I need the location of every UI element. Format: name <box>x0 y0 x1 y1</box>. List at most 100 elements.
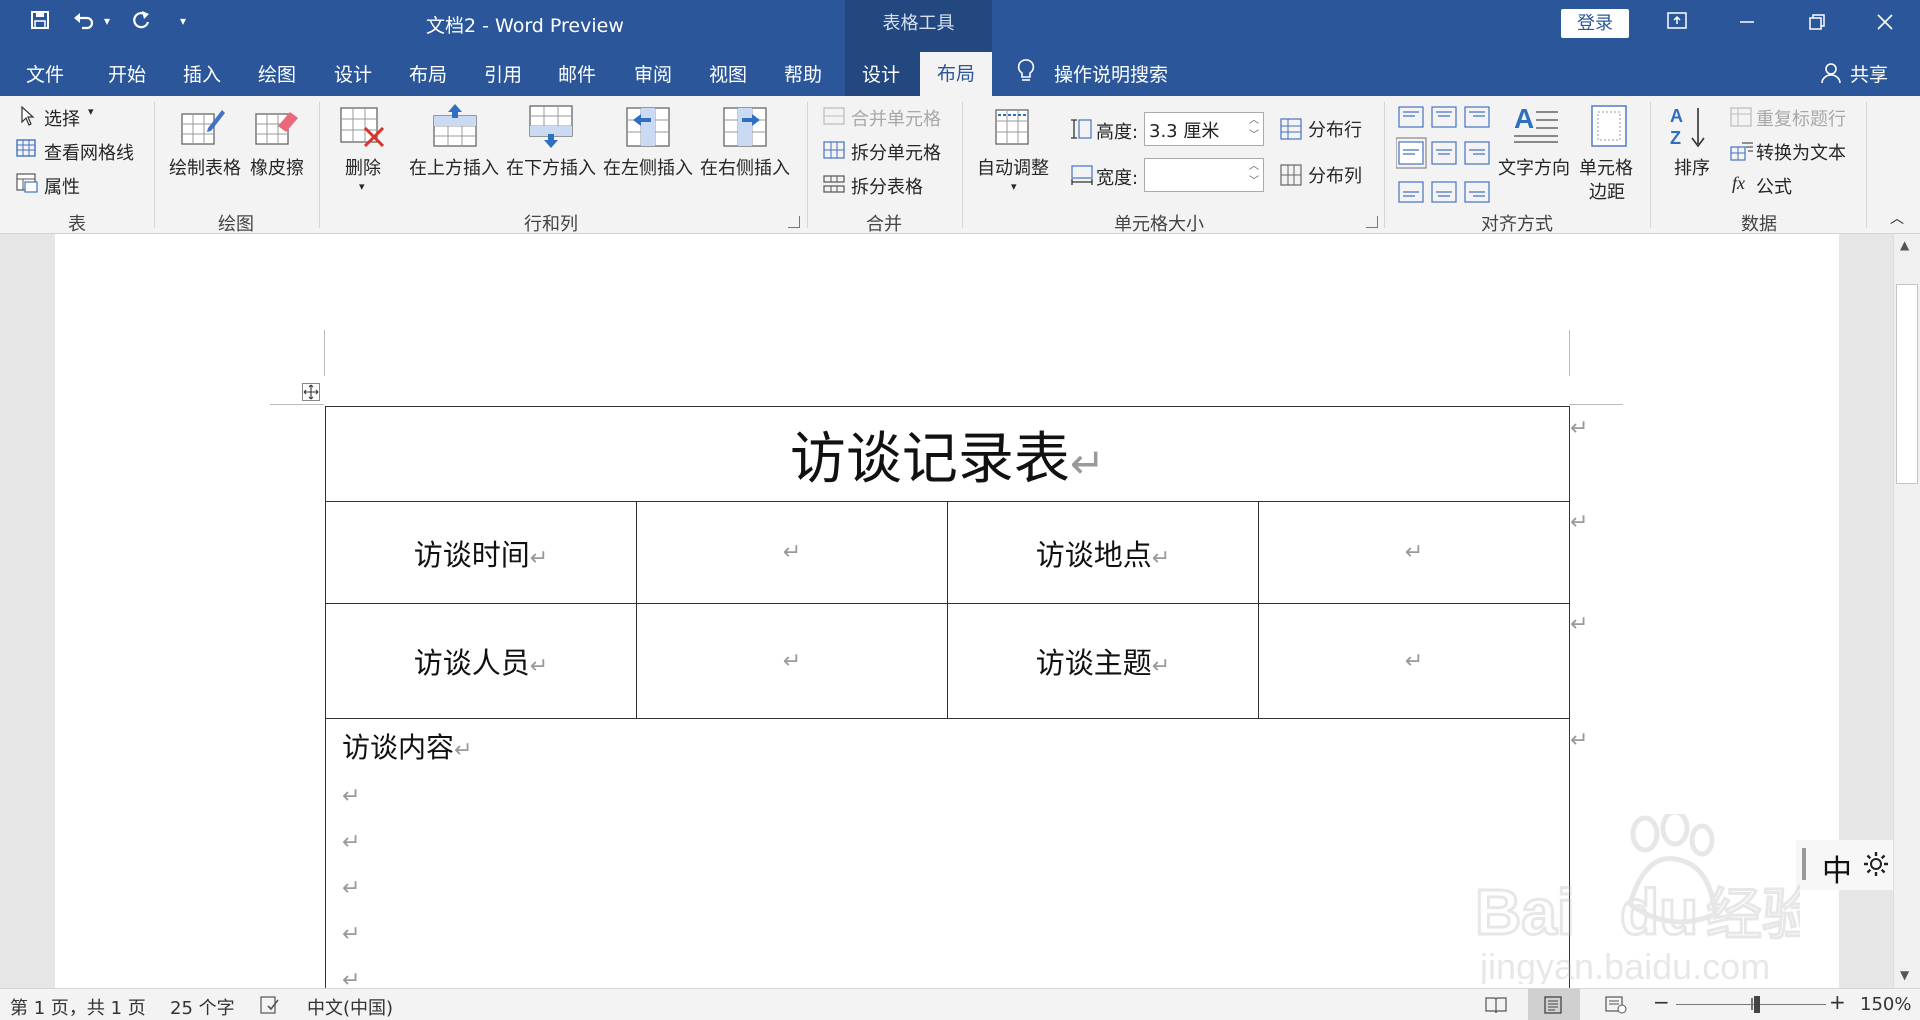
repeat-header-button[interactable]: 重复标题行 <box>1756 105 1846 131</box>
tab-draw[interactable]: 绘图 <box>258 60 296 87</box>
spin-down-icon[interactable]: ﹀ <box>1247 175 1261 189</box>
cell-interview-people-value[interactable]: ↵ <box>636 603 948 719</box>
autofit-dropdown-icon[interactable]: ▾ <box>1011 180 1017 193</box>
cell-interview-place-value[interactable]: ↵ <box>1258 501 1570 604</box>
tab-insert[interactable]: 插入 <box>183 60 221 87</box>
read-mode-icon[interactable] <box>1485 996 1507 1019</box>
group-label-alignment: 对齐方式 <box>1481 214 1553 235</box>
login-button[interactable]: 登录 <box>1561 9 1629 38</box>
cell-size-dialog-launcher[interactable] <box>1366 216 1378 228</box>
cell-interview-time-value[interactable]: ↵ <box>636 501 948 604</box>
convert-to-text-button[interactable]: 转换为文本 <box>1756 139 1846 165</box>
split-table-button[interactable]: 拆分表格 <box>851 173 923 199</box>
return-mark: ↵ <box>342 830 361 855</box>
draw-table-button[interactable]: 绘制表格 <box>169 154 241 180</box>
tab-table-design[interactable]: 设计 <box>862 60 900 87</box>
redo-icon[interactable] <box>130 10 152 38</box>
language-indicator[interactable]: 中文(中国) <box>307 994 393 1020</box>
group-label-rows-cols: 行和列 <box>524 214 578 235</box>
customize-qat-icon[interactable]: ▾ <box>180 14 186 28</box>
cell-interview-topic-value[interactable]: ↵ <box>1258 603 1570 719</box>
cell-interview-people-label[interactable]: 访谈人员↵ <box>325 603 637 719</box>
cell-interview-topic-label[interactable]: 访谈主题↵ <box>947 603 1259 719</box>
tell-me-search[interactable]: 操作说明搜索 <box>1054 60 1168 87</box>
zoom-out-icon[interactable]: − <box>1653 990 1670 1014</box>
select-dropdown-icon[interactable]: ▾ <box>88 105 94 118</box>
spin-up-icon[interactable]: ︿ <box>1247 114 1261 128</box>
tab-mailings[interactable]: 邮件 <box>558 60 596 87</box>
scroll-thumb[interactable] <box>1896 284 1918 484</box>
zoom-slider-thumb[interactable] <box>1754 996 1760 1013</box>
save-icon[interactable] <box>30 10 50 36</box>
interview-people-label: 访谈人员 <box>413 646 530 680</box>
merge-cells-button[interactable]: 合并单元格 <box>851 105 941 131</box>
eraser-button[interactable]: 橡皮擦 <box>250 154 304 180</box>
insert-below-button[interactable]: 在下方插入 <box>506 154 596 180</box>
tab-review[interactable]: 审阅 <box>634 60 672 87</box>
table-move-handle-icon[interactable] <box>302 383 320 401</box>
tab-table-layout[interactable]: 布局 <box>920 52 992 96</box>
cell-interview-place-label[interactable]: 访谈地点↵ <box>947 501 1259 604</box>
delete-button[interactable]: 删除 <box>345 154 381 180</box>
cell-margins-button-line2[interactable]: 边距 <box>1589 178 1625 204</box>
properties-button[interactable]: 属性 <box>44 173 80 199</box>
delete-dropdown-icon[interactable]: ▾ <box>359 180 365 193</box>
distribute-rows-button[interactable]: 分布行 <box>1308 116 1362 142</box>
zoom-in-icon[interactable]: + <box>1829 990 1846 1014</box>
tab-design[interactable]: 设计 <box>334 60 372 87</box>
rows-cols-dialog-launcher[interactable] <box>788 216 800 228</box>
convert-to-text-icon <box>1730 141 1753 161</box>
cell-interview-content[interactable]: 访谈内容↵ ↵ ↵ ↵ ↵ ↵ <box>325 718 1570 988</box>
insert-right-button[interactable]: 在右侧插入 <box>700 154 790 180</box>
text-direction-button[interactable]: 文字方向 <box>1498 154 1570 180</box>
print-layout-icon[interactable] <box>1543 996 1563 1019</box>
sort-icon: AZ <box>1668 104 1714 148</box>
return-mark: ↵ <box>1151 654 1171 679</box>
return-mark: ↵ <box>529 654 549 679</box>
undo-dropdown-icon[interactable]: ▾ <box>104 14 110 28</box>
ime-drag-handle[interactable] <box>1802 848 1806 880</box>
tab-help[interactable]: 帮助 <box>784 60 822 87</box>
collapse-ribbon-icon[interactable]: ︿ <box>1890 208 1904 228</box>
word-count[interactable]: 25 个字 <box>170 994 235 1020</box>
restore-icon[interactable] <box>1787 0 1847 48</box>
cell-interview-time-label[interactable]: 访谈时间↵ <box>325 501 637 604</box>
ime-settings-icon[interactable] <box>1862 850 1890 882</box>
formula-button[interactable]: 公式 <box>1756 173 1792 199</box>
web-layout-icon[interactable] <box>1605 996 1627 1019</box>
page-count[interactable]: 第 1 页，共 1 页 <box>10 994 146 1020</box>
autofit-button[interactable]: 自动调整 <box>977 154 1049 180</box>
tab-file[interactable]: 文件 <box>26 60 64 87</box>
tab-home[interactable]: 开始 <box>108 60 146 87</box>
view-gridlines-button[interactable]: 查看网格线 <box>44 139 134 165</box>
share-button[interactable]: 共享 <box>1850 60 1888 87</box>
insert-left-button[interactable]: 在左侧插入 <box>603 154 693 180</box>
undo-icon[interactable] <box>72 10 96 38</box>
cell-margins-button[interactable]: 单元格 <box>1579 154 1633 180</box>
proofing-icon[interactable] <box>260 996 280 1019</box>
select-button[interactable]: 选择 <box>44 105 80 131</box>
sort-button[interactable]: 排序 <box>1674 154 1710 180</box>
scroll-up-icon[interactable]: ▲ <box>1900 238 1909 252</box>
close-icon[interactable] <box>1855 0 1915 48</box>
ime-mode-button[interactable]: 中 <box>1822 846 1852 890</box>
tab-references[interactable]: 引用 <box>484 60 522 87</box>
distribute-columns-button[interactable]: 分布列 <box>1308 162 1362 188</box>
width-input[interactable]: ︿ ﹀ <box>1144 158 1264 192</box>
spin-up-icon[interactable]: ︿ <box>1247 160 1261 174</box>
height-input[interactable]: 3.3 厘米 ︿ ﹀ <box>1144 112 1264 146</box>
minimize-icon[interactable] <box>1717 0 1777 48</box>
zoom-level[interactable]: 150% <box>1860 994 1911 1015</box>
vertical-scrollbar[interactable]: ▲ ▼ <box>1893 234 1920 988</box>
scroll-down-icon[interactable]: ▼ <box>1900 968 1909 982</box>
end-of-row-mark: ↵ <box>1570 612 1589 637</box>
spin-down-icon[interactable]: ﹀ <box>1247 129 1261 143</box>
tab-layout[interactable]: 布局 <box>409 60 447 87</box>
table-title-cell[interactable]: 访谈记录表↵ <box>325 406 1570 502</box>
return-mark: ↵ <box>1069 438 1106 488</box>
tab-view[interactable]: 视图 <box>709 60 747 87</box>
insert-above-button[interactable]: 在上方插入 <box>409 154 499 180</box>
split-cells-button[interactable]: 拆分单元格 <box>851 139 941 165</box>
ribbon-display-icon[interactable] <box>1647 0 1707 48</box>
return-mark: ↵ <box>342 784 361 809</box>
